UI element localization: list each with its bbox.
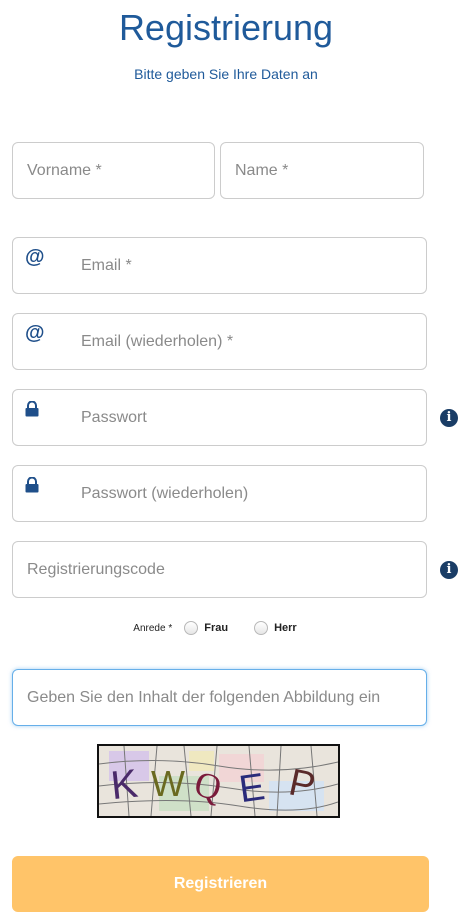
radio-frau-label[interactable]: Frau bbox=[204, 622, 228, 634]
regcode-input[interactable] bbox=[13, 542, 426, 597]
radio-herr-label[interactable]: Herr bbox=[274, 622, 297, 634]
lock-icon bbox=[13, 390, 81, 445]
lock-icon bbox=[13, 466, 81, 521]
email-repeat-input[interactable] bbox=[81, 314, 426, 369]
info-circle-icon[interactable]: i bbox=[440, 409, 458, 427]
vorname-input[interactable] bbox=[13, 143, 214, 198]
captcha-field[interactable] bbox=[12, 669, 427, 726]
captcha-image: K W Q E P bbox=[97, 744, 340, 818]
radio-herr[interactable] bbox=[254, 621, 269, 635]
at-icon: @ bbox=[25, 322, 45, 344]
page-subtitle: Bitte geben Sie Ihre Daten an bbox=[134, 66, 318, 82]
name-field[interactable] bbox=[220, 142, 424, 199]
password-field[interactable] bbox=[12, 389, 427, 446]
at-icon: @ bbox=[25, 246, 45, 268]
email-input[interactable] bbox=[81, 238, 426, 293]
name-input[interactable] bbox=[221, 143, 423, 198]
captcha-char: K bbox=[109, 762, 140, 809]
page-title: Registrierung bbox=[118, 7, 334, 48]
captcha-image-graphic: K W Q E P bbox=[99, 746, 338, 816]
regcode-field[interactable] bbox=[12, 541, 427, 598]
password-repeat-field[interactable] bbox=[12, 465, 427, 522]
radio-frau[interactable] bbox=[184, 621, 199, 635]
register-button[interactable]: Registrieren bbox=[12, 856, 429, 912]
salutation-group: Anrede * Frau Herr bbox=[0, 621, 452, 635]
vorname-field[interactable] bbox=[12, 142, 215, 199]
email-repeat-field[interactable]: @ bbox=[12, 313, 427, 370]
password-repeat-input[interactable] bbox=[81, 466, 426, 521]
captcha-input[interactable] bbox=[13, 670, 426, 725]
info-circle-icon[interactable]: i bbox=[440, 561, 458, 579]
password-input[interactable] bbox=[81, 390, 426, 445]
email-field[interactable]: @ bbox=[12, 237, 427, 294]
captcha-char: W bbox=[151, 763, 185, 804]
salutation-label: Anrede * bbox=[133, 622, 173, 634]
